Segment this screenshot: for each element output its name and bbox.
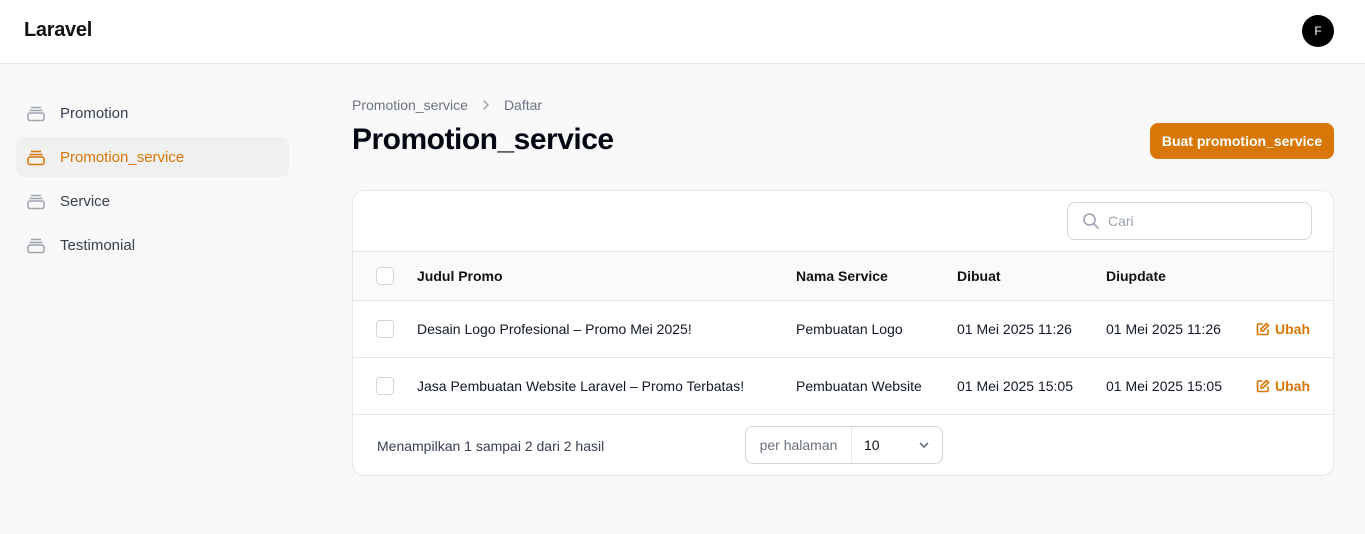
column-header-judul-promo[interactable]: Judul Promo: [417, 252, 503, 300]
breadcrumb-parent-link[interactable]: Promotion_service: [352, 97, 468, 113]
edit-link[interactable]: Ubah: [1256, 321, 1310, 337]
top-navbar: Laravel F: [0, 0, 1365, 64]
per-page-label: per halaman: [746, 427, 852, 463]
sidebar-item-label: Service: [60, 192, 111, 210]
updated-at-cell: 01 Mei 2025 15:05: [1106, 378, 1222, 394]
sidebar-item-label: Promotion_service: [60, 148, 185, 166]
rectangle-stack-icon: [26, 191, 46, 211]
table-card: Judul Promo Nama Service Dibuat Diupdate…: [352, 190, 1334, 476]
rectangle-stack-icon: [26, 103, 46, 123]
sidebar-item-testimonial[interactable]: Testimonial: [16, 225, 289, 265]
per-page-control: per halaman 10: [745, 426, 943, 464]
promo-title-cell: Desain Logo Profesional – Promo Mei 2025…: [417, 321, 692, 337]
rectangle-stack-icon: [26, 235, 46, 255]
per-page-value: 10: [864, 437, 880, 453]
service-name-cell: Pembuatan Logo: [796, 321, 903, 337]
edit-label: Ubah: [1275, 321, 1310, 337]
breadcrumb-current: Daftar: [503, 97, 543, 113]
sidebar-item-label: Promotion: [60, 104, 129, 122]
edit-link[interactable]: Ubah: [1256, 378, 1310, 394]
column-header-nama-service[interactable]: Nama Service: [796, 252, 888, 300]
column-header-diupdate[interactable]: Diupdate: [1106, 252, 1166, 300]
service-name-cell: Pembuatan Website: [796, 378, 922, 394]
user-avatar[interactable]: F: [1302, 15, 1334, 47]
breadcrumb: Promotion_service Daftar: [352, 97, 542, 113]
updated-at-cell: 01 Mei 2025 11:26: [1106, 321, 1221, 337]
sidebar-item-label: Testimonial: [60, 236, 136, 254]
chevron-down-icon: [918, 439, 930, 451]
sidebar-item-promotion[interactable]: Promotion: [16, 93, 289, 133]
search-icon: [1082, 212, 1100, 230]
pagination-summary: Menampilkan 1 sampai 2 dari 2 hasil: [377, 438, 605, 454]
pencil-square-icon: [1256, 379, 1270, 393]
brand-logo[interactable]: Laravel: [24, 19, 92, 42]
sidebar: Promotion Promotion_service Service Test…: [16, 93, 289, 269]
table-row[interactable]: Desain Logo Profesional – Promo Mei 2025…: [353, 301, 1333, 358]
rectangle-stack-icon: [26, 147, 46, 167]
promo-title-cell: Jasa Pembuatan Website Laravel – Promo T…: [417, 378, 745, 394]
chevron-right-icon: [480, 99, 492, 111]
search-input[interactable]: [1108, 213, 1298, 229]
select-all-checkbox[interactable]: [376, 267, 394, 285]
created-at-cell: 01 Mei 2025 15:05: [957, 378, 1073, 394]
row-checkbox[interactable]: [376, 320, 394, 338]
row-checkbox[interactable]: [376, 377, 394, 395]
per-page-select[interactable]: 10: [852, 427, 942, 463]
edit-label: Ubah: [1275, 378, 1310, 394]
search-field[interactable]: [1067, 202, 1312, 240]
sidebar-item-promotion-service[interactable]: Promotion_service: [16, 137, 289, 177]
page-title: Promotion_service: [352, 123, 614, 156]
created-at-cell: 01 Mei 2025 11:26: [957, 321, 1072, 337]
table-header: Judul Promo Nama Service Dibuat Diupdate: [353, 251, 1333, 301]
create-promotion-service-button[interactable]: Buat promotion_service: [1150, 123, 1334, 159]
pencil-square-icon: [1256, 322, 1270, 336]
sidebar-item-service[interactable]: Service: [16, 181, 289, 221]
table-row[interactable]: Jasa Pembuatan Website Laravel – Promo T…: [353, 358, 1333, 415]
column-header-dibuat[interactable]: Dibuat: [957, 252, 1001, 300]
